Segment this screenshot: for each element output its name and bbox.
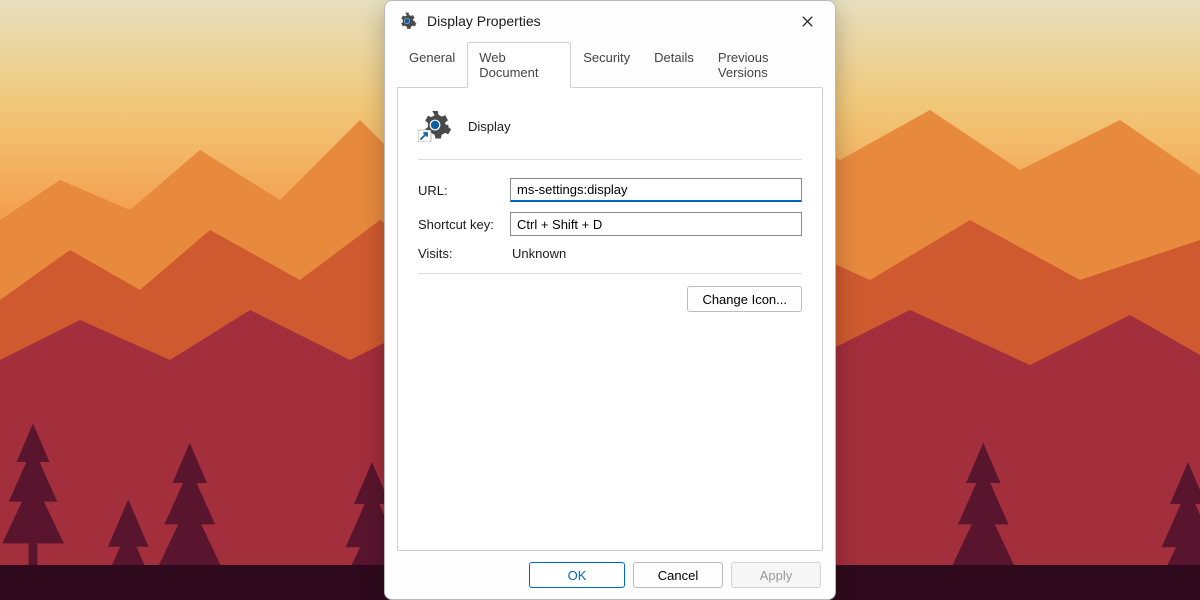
dialog-footer: OK Cancel Apply (385, 551, 835, 599)
tabstrip: General Web Document Security Details Pr… (385, 41, 835, 87)
change-icon-button[interactable]: Change Icon... (687, 286, 802, 312)
gear-shortcut-icon (418, 108, 452, 145)
shortcut-row: Shortcut key: (418, 212, 802, 236)
shortcut-key-label: Shortcut key: (418, 217, 510, 232)
tab-previous-versions[interactable]: Previous Versions (706, 42, 823, 88)
window-title: Display Properties (427, 13, 785, 29)
app-name-label: Display (468, 119, 511, 134)
close-icon (802, 16, 813, 27)
ok-button[interactable]: OK (529, 562, 625, 588)
gear-icon (397, 11, 417, 31)
tab-details[interactable]: Details (642, 42, 706, 88)
cancel-button[interactable]: Cancel (633, 562, 723, 588)
section-divider (418, 273, 802, 274)
tab-security[interactable]: Security (571, 42, 642, 88)
close-button[interactable] (785, 6, 829, 36)
visits-value: Unknown (510, 246, 566, 261)
url-row: URL: (418, 178, 802, 202)
desktop-wallpaper: Display Properties General Web Document … (0, 0, 1200, 600)
titlebar: Display Properties (385, 1, 835, 41)
tab-web-document[interactable]: Web Document (467, 42, 571, 88)
apply-button[interactable]: Apply (731, 562, 821, 588)
tab-general[interactable]: General (397, 42, 467, 88)
url-input[interactable] (510, 178, 802, 202)
visits-label: Visits: (418, 246, 510, 261)
app-header-row: Display (418, 108, 802, 160)
tab-page-web-document: Display URL: Shortcut key: Visits: Unkno… (397, 87, 823, 551)
shortcut-key-input[interactable] (510, 212, 802, 236)
url-label: URL: (418, 183, 510, 198)
visits-row: Visits: Unknown (418, 246, 802, 261)
properties-dialog: Display Properties General Web Document … (384, 0, 836, 600)
